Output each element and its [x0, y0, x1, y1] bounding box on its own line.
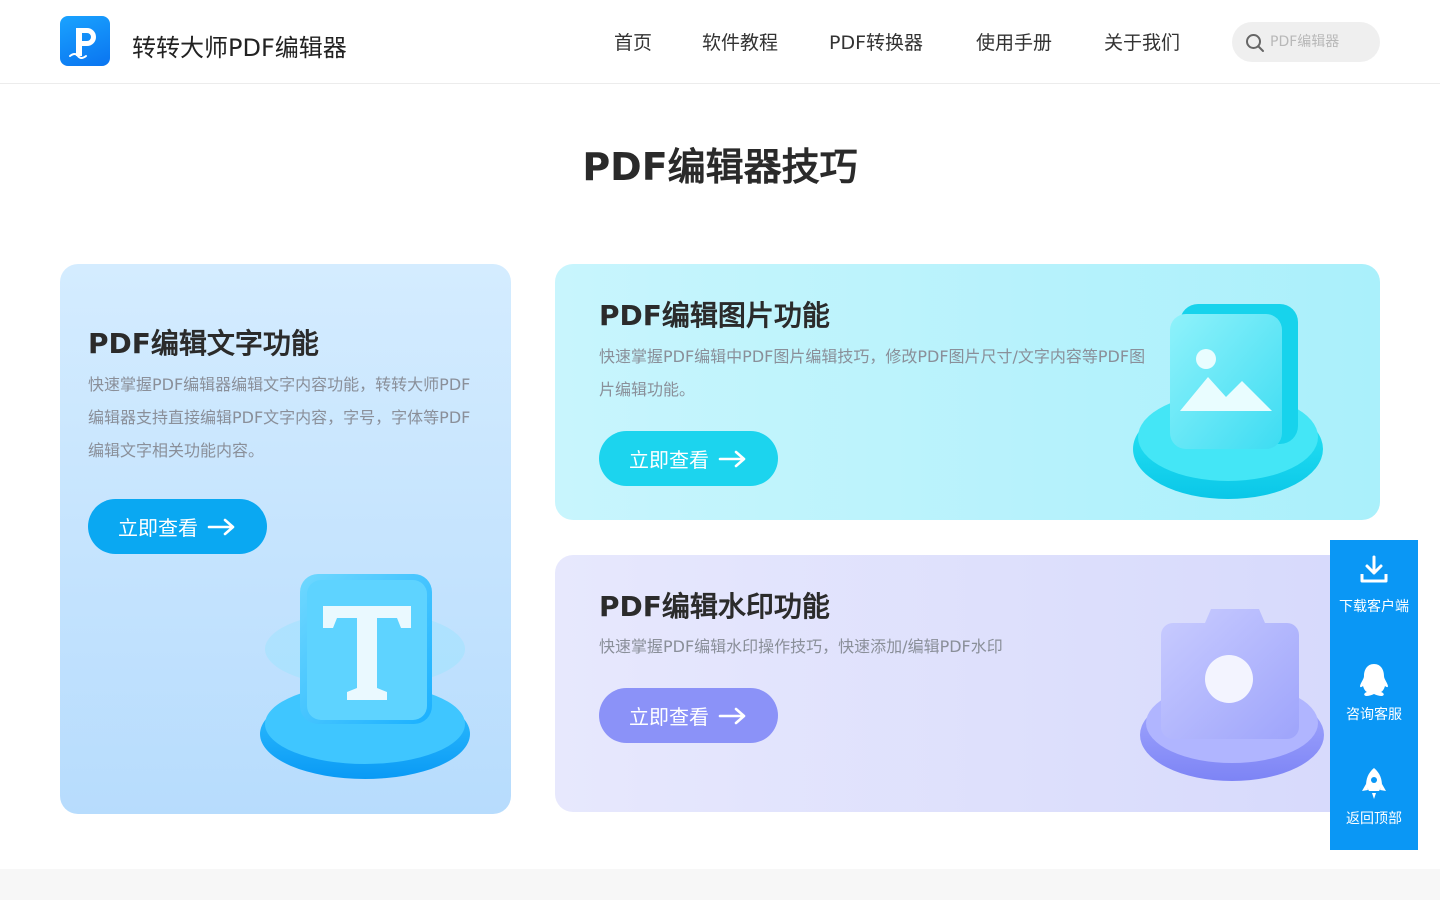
side-label: 咨询客服 [1346, 707, 1402, 723]
card-title: PDF编辑水印功能 [599, 590, 830, 623]
card-text-editing: PDF编辑文字功能 快速掌握PDF编辑器编辑文字内容功能，转转大师PDF编辑器支… [60, 264, 511, 814]
app-logo-icon[interactable] [60, 16, 110, 66]
arrow-right-icon [718, 707, 746, 725]
search-icon[interactable] [1244, 32, 1266, 54]
card-watermark-editing: PDF编辑水印功能 快速掌握PDF编辑水印操作技巧，快速添加/编辑PDF水印 立… [555, 555, 1380, 812]
download-icon [1360, 555, 1388, 583]
view-now-button[interactable]: 立即查看 [88, 499, 267, 554]
view-now-button[interactable]: 立即查看 [599, 431, 778, 486]
nav-pdf-converter[interactable]: PDF转换器 [829, 28, 923, 55]
side-label: 返回顶部 [1346, 811, 1402, 827]
floating-sidebar: 下载客户端 咨询客服 返回顶部 [1330, 540, 1418, 850]
text-t-icon [260, 574, 470, 779]
card-title: PDF编辑文字功能 [88, 327, 319, 360]
qq-penguin-icon [1360, 664, 1388, 696]
search-box[interactable] [1232, 22, 1380, 62]
side-label: 下载客户端 [1339, 599, 1409, 615]
download-client-button[interactable]: 下载客户端 [1330, 542, 1418, 646]
card-title: PDF编辑图片功能 [599, 299, 830, 332]
top-header: 转转大师PDF编辑器 首页 软件教程 PDF转换器 使用手册 关于我们 [0, 0, 1440, 84]
back-to-top-button[interactable]: 返回顶部 [1330, 754, 1418, 858]
footer-strip [0, 869, 1440, 900]
arrow-right-icon [718, 450, 746, 468]
search-input[interactable] [1270, 22, 1375, 62]
nav-software-tutorial[interactable]: 软件教程 [702, 28, 778, 55]
consult-service-button[interactable]: 咨询客服 [1330, 650, 1418, 754]
camera-icon [1140, 609, 1324, 781]
brand-name[interactable]: 转转大师PDF编辑器 [132, 28, 347, 63]
arrow-right-icon [207, 518, 235, 536]
card-description: 快速掌握PDF编辑器编辑文字内容功能，转转大师PDF编辑器支持直接编辑PDF文字… [88, 375, 471, 460]
card-image-editing: PDF编辑图片功能 快速掌握PDF编辑中PDF图片编辑技巧，修改PDF图片尺寸/… [555, 264, 1380, 520]
card-description: 快速掌握PDF编辑中PDF图片编辑技巧，修改PDF图片尺寸/文字内容等PDF图片… [599, 347, 1146, 399]
button-label: 立即查看 [629, 705, 709, 729]
nav-about-us[interactable]: 关于我们 [1104, 28, 1180, 55]
nav-user-manual[interactable]: 使用手册 [976, 28, 1052, 55]
image-icon [1133, 304, 1323, 499]
card-description: 快速掌握PDF编辑水印操作技巧，快速添加/编辑PDF水印 [599, 637, 1003, 656]
nav-home[interactable]: 首页 [614, 28, 652, 55]
rocket-icon [1362, 768, 1386, 799]
view-now-button[interactable]: 立即查看 [599, 688, 778, 743]
button-label: 立即查看 [118, 516, 198, 540]
page-title: PDF编辑器技巧 [582, 145, 858, 189]
button-label: 立即查看 [629, 448, 709, 472]
